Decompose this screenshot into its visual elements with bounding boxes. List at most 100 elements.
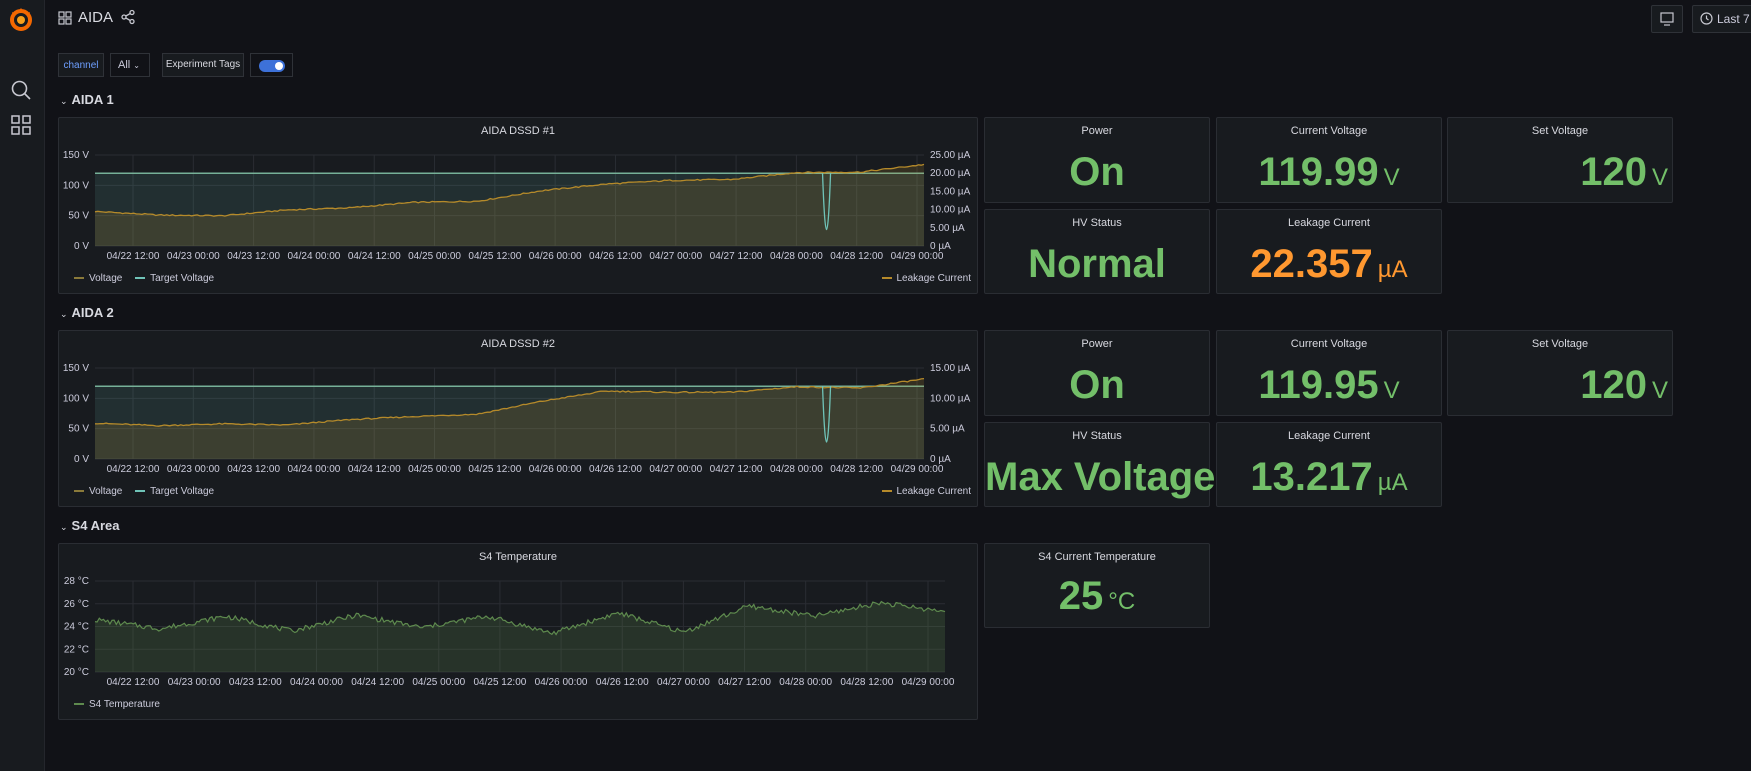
chevron-down-icon: ⌄ xyxy=(60,522,68,532)
legend-item-target-voltage[interactable]: Target Voltage xyxy=(135,273,214,284)
stat-panel-power-1[interactable]: Power On xyxy=(984,117,1210,203)
dashboard-title[interactable]: AIDA xyxy=(78,9,113,26)
legend-item-s4-temperature[interactable]: S4 Temperature xyxy=(74,699,160,710)
x-tick-label: 04/25 12:00 xyxy=(468,464,521,475)
x-tick-label: 04/24 12:00 xyxy=(348,464,401,475)
stat-panel-set-voltage-1[interactable]: Set Voltage 120 V xyxy=(1447,117,1673,203)
channel-variable-value: All xyxy=(118,59,131,71)
y2-tick-label: 5.00 µA xyxy=(930,424,965,435)
x-tick-label: 04/24 00:00 xyxy=(288,464,341,475)
experiment-tags-toggle[interactable] xyxy=(250,53,293,77)
monitor-icon xyxy=(1660,12,1674,26)
chevron-down-icon: ⌄ xyxy=(60,96,68,106)
channel-variable-label: channel xyxy=(58,53,104,77)
row-title: AIDA 2 xyxy=(71,305,114,320)
tv-mode-button[interactable] xyxy=(1651,5,1683,33)
y-tick-label: 28 °C xyxy=(64,576,89,587)
graph-panel-s4-temperature[interactable]: S4 Temperature 28 °C 26 °C 24 °C 22 °C 20 °C… xyxy=(58,543,978,720)
stat-panel-set-voltage-2[interactable]: Set Voltage 120 V xyxy=(1447,330,1673,416)
y-tick-label: 26 °C xyxy=(64,599,89,610)
y-tick-label: 150 V xyxy=(63,363,89,374)
x-tick-label: 04/25 00:00 xyxy=(408,464,461,475)
legend-item-leakage-current[interactable]: Leakage Current xyxy=(881,486,971,497)
x-tick-label: 04/25 00:00 xyxy=(412,677,465,688)
y-tick-label: 22 °C xyxy=(64,644,89,655)
leakage-current-value: 22.357 µA xyxy=(1250,242,1408,286)
channel-variable-select[interactable]: All ⌄ xyxy=(110,53,150,77)
legend-left: S4 Temperature xyxy=(74,699,160,710)
x-tick-label: 04/25 12:00 xyxy=(474,677,527,688)
x-tick-label: 04/22 12:00 xyxy=(107,251,160,262)
graph-panel-aida-dssd-1[interactable]: AIDA DSSD #1 150 V 100 V 50 V0 V 25.00 µA 20… xyxy=(58,117,978,294)
stat-panel-leakage-current-1[interactable]: Leakage Current 22.357 µA xyxy=(1216,209,1442,294)
panel-title: Set Voltage xyxy=(1531,338,1589,350)
y2-tick-label: 25.00 µA xyxy=(930,150,971,161)
row-header-s4[interactable]: ⌄ S4 Area xyxy=(60,518,119,533)
x-tick-label: 04/26 00:00 xyxy=(535,677,588,688)
x-tick-label: 04/22 12:00 xyxy=(107,677,160,688)
y-tick-label: 50 V xyxy=(68,424,89,435)
x-tick-label: 04/27 00:00 xyxy=(649,251,702,262)
panel-title: Set Voltage xyxy=(1531,125,1589,137)
x-tick-label: 04/27 12:00 xyxy=(710,251,763,262)
dashboard-grid-icon xyxy=(58,11,72,25)
x-tick-label: 04/29 00:00 xyxy=(891,251,944,262)
x-tick-label: 04/26 00:00 xyxy=(529,251,582,262)
x-tick-label: 04/23 00:00 xyxy=(168,677,221,688)
x-tick-label: 04/24 00:00 xyxy=(288,251,341,262)
y-tick-label: 100 V xyxy=(63,180,89,191)
panel-title: HV Status xyxy=(1072,430,1122,442)
y2-tick-label: 15.00 µA xyxy=(930,363,971,374)
y-tick-label: 0 V xyxy=(74,241,89,252)
stat-panel-leakage-current-2[interactable]: Leakage Current 13.217 µA xyxy=(1216,422,1442,507)
panel-title: Leakage Current xyxy=(1288,430,1370,442)
aida-dssd-1-chart[interactable]: 150 V 100 V 50 V 0 V 25.00 µA 20.00 µA 15.00 µ… xyxy=(59,118,977,293)
power-value: On xyxy=(1069,363,1125,407)
power-value: On xyxy=(1069,150,1125,194)
s4-temperature-chart[interactable]: 28 °C 26 °C 24 °C 22 °C 20 °C 04/22 12:00 04/2… xyxy=(59,544,977,719)
clock-icon xyxy=(1700,12,1713,25)
x-tick-label: 04/23 12:00 xyxy=(227,251,280,262)
x-tick-label: 04/22 12:00 xyxy=(107,464,160,475)
legend-item-leakage-current[interactable]: Leakage Current xyxy=(881,273,971,284)
row-header-aida2[interactable]: ⌄ AIDA 2 xyxy=(60,305,114,320)
legend-left: Voltage Target Voltage xyxy=(74,486,214,497)
toggle-switch[interactable] xyxy=(259,60,285,72)
top-bar: AIDA Last 7 xyxy=(44,0,1751,36)
y-tick-label: 100 V xyxy=(63,393,89,404)
stat-panel-current-voltage-2[interactable]: Current Voltage 119.95 V xyxy=(1216,330,1442,416)
x-tick-label: 04/23 12:00 xyxy=(227,464,280,475)
stat-panel-current-voltage-1[interactable]: Current Voltage 119.99 V xyxy=(1216,117,1442,203)
toggle-knob xyxy=(275,62,283,70)
time-range-picker[interactable]: Last 7 xyxy=(1692,5,1751,33)
y-tick-label: 0 V xyxy=(74,454,89,465)
stat-panel-hv-status-1[interactable]: HV Status Normal xyxy=(984,209,1210,294)
legend-item-target-voltage[interactable]: Target Voltage xyxy=(135,486,214,497)
panel-title: Current Voltage xyxy=(1290,125,1368,137)
graph-panel-aida-dssd-2[interactable]: AIDA DSSD #2 150 V 100 V 50 V0 V 15.00 µA 10… xyxy=(58,330,978,507)
hv-status-value: Max Voltage xyxy=(985,455,1216,499)
set-voltage-value: 120 V xyxy=(1580,363,1668,407)
share-icon[interactable] xyxy=(120,9,136,25)
stat-panel-power-2[interactable]: Power On xyxy=(984,330,1210,416)
x-tick-label: 04/23 12:00 xyxy=(229,677,282,688)
panel-title: S4 Current Temperature xyxy=(1038,551,1156,563)
y-tick-label: 24 °C xyxy=(64,622,89,633)
experiment-tags-label: Experiment Tags xyxy=(162,53,244,77)
search-icon[interactable] xyxy=(10,79,32,101)
grafana-logo-icon[interactable] xyxy=(8,6,34,32)
row-header-aida1[interactable]: ⌄ AIDA 1 xyxy=(60,92,114,107)
aida-dssd-2-chart[interactable]: 150 V 100 V 50 V 0 V 15.00 µA 10.00 µA 5.00 µA… xyxy=(59,331,977,506)
x-tick-label: 04/23 00:00 xyxy=(167,464,220,475)
legend-item-voltage[interactable]: Voltage xyxy=(74,486,122,497)
dashboards-grid-icon[interactable] xyxy=(10,114,32,136)
time-range-label: Last 7 xyxy=(1717,12,1750,26)
legend-item-voltage[interactable]: Voltage xyxy=(74,273,122,284)
stat-panel-s4-current-temperature[interactable]: S4 Current Temperature 25 °C xyxy=(984,543,1210,628)
x-tick-label: 04/29 00:00 xyxy=(902,677,955,688)
s4-current-temperature-value: 25 °C xyxy=(1058,574,1136,618)
x-tick-label: 04/25 12:00 xyxy=(468,251,521,262)
panel-title: Power xyxy=(1081,338,1113,350)
y-tick-label: 50 V xyxy=(68,211,89,222)
stat-panel-hv-status-2[interactable]: HV Status Max Voltage xyxy=(984,422,1216,507)
